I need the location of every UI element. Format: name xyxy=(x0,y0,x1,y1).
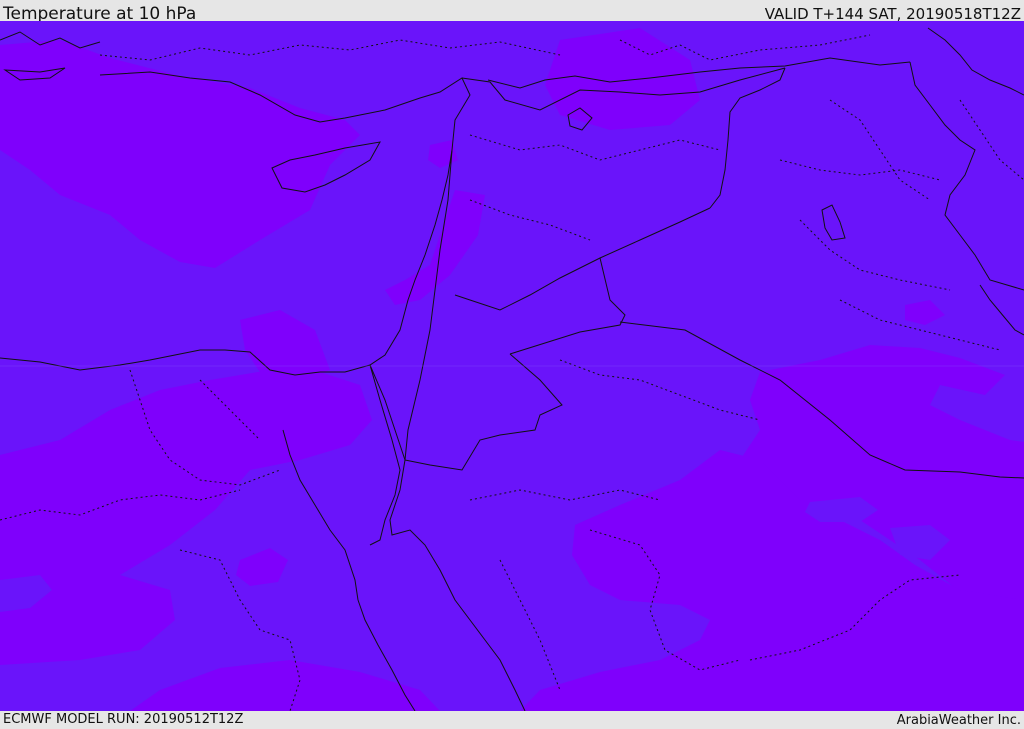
map-canvas xyxy=(0,21,1024,711)
weather-map[interactable] xyxy=(0,21,1024,711)
map-footer: ECMWF MODEL RUN: 20190512T12Z ArabiaWeat… xyxy=(0,711,1024,729)
credit-label: ArabiaWeather Inc. xyxy=(896,713,1021,728)
model-run-label: ECMWF MODEL RUN: 20190512T12Z xyxy=(3,712,244,727)
map-header: Temperature at 10 hPa VALID T+144 SAT, 2… xyxy=(0,0,1024,24)
